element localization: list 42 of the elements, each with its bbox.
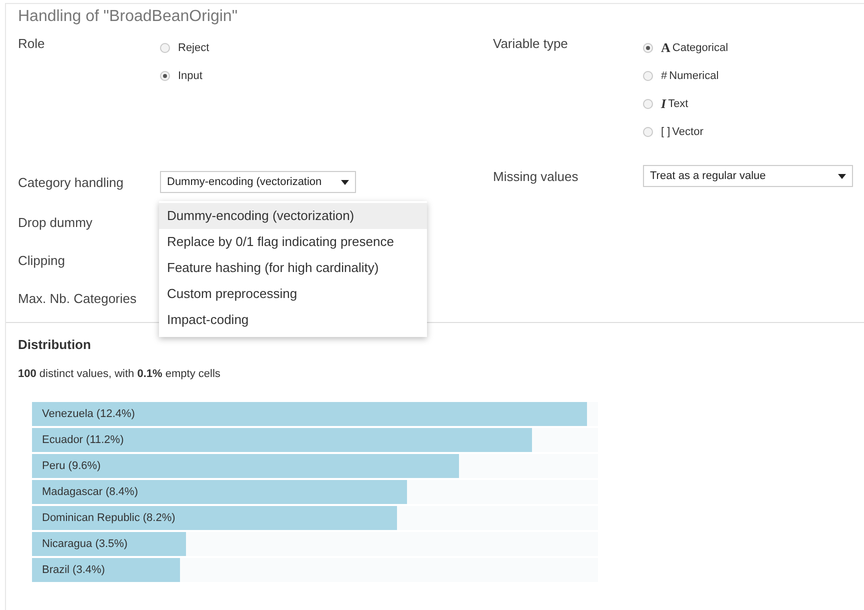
type-glyph: A [661,40,670,56]
type-glyph: # [661,70,668,82]
bar-label: Dominican Republic (8.2%) [42,512,176,524]
field-label: Missing values [493,168,580,184]
section-heading: Distribution [18,337,92,352]
radio-button[interactable] [643,98,653,108]
bar-label: Venezuela (12.4%) [42,408,135,420]
field-label: Drop dummy [18,215,94,230]
panel-title: Handling of "BroadBeanOrigin" [18,7,238,27]
menu-item[interactable]: Dummy-encoding (vectorization) [159,203,427,229]
bar-label: Peru (9.6%) [42,460,101,472]
bar-label: Brazil (3.4%) [42,564,105,576]
type-glyph: I [661,96,666,112]
radio-label: Vector [672,126,704,138]
radio-button[interactable] [160,42,170,52]
field-label: Role [18,36,46,51]
radio-label: Reject [178,42,210,54]
radio-label: Numerical [669,70,719,82]
radio-label: Input [178,70,202,82]
menu-item[interactable]: Feature hashing (for high cardinality) [159,255,427,281]
radio-button[interactable] [643,126,653,136]
caret-icon [838,174,846,178]
caret-icon [341,180,349,184]
radio-button[interactable] [160,70,170,80]
radio-button[interactable] [643,42,653,52]
menu-item[interactable]: Replace by 0/1 flag indicating presence [159,229,427,255]
menu-item[interactable]: Impact-coding [159,307,427,333]
field-label: Category handling [18,174,125,190]
summary-text: 100 distinct values, with 0.1% empty cells [18,368,222,380]
field-label: Max. Nb. Categories [18,291,138,306]
menu-item[interactable]: Custom preprocessing [159,281,427,307]
bar-label: Madagascar (8.4%) [42,486,138,498]
field-label: Variable type [493,36,569,51]
bar-label: Ecuador (11.2%) [42,434,124,446]
bar-label: Nicaragua (3.5%) [42,538,128,550]
radio-label: Categorical [672,42,728,54]
radio-button[interactable] [643,70,653,80]
field-label: Clipping [18,253,66,268]
radio-label: Text [668,98,688,110]
type-glyph: [ ] [661,126,670,138]
category-handling-dropdown[interactable]: Dummy-encoding (vectorization [160,171,356,193]
missing-values-dropdown[interactable]: Treat as a regular value [643,165,853,187]
